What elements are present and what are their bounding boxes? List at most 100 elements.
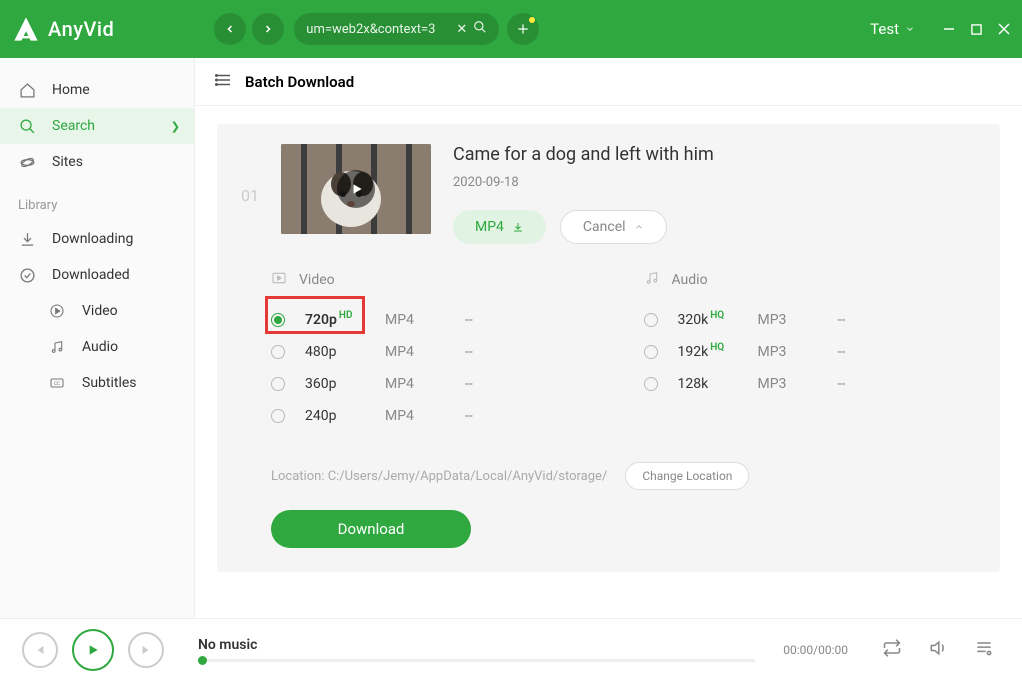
video-option-240p[interactable]: 240p MP4 --: [241, 400, 604, 432]
chevron-right-icon: ❯: [171, 120, 180, 133]
video-options: Video 720pHD MP4 -- 480p MP4 --: [241, 266, 604, 432]
add-tab-button[interactable]: [507, 13, 539, 45]
download-card: 01: [217, 124, 1000, 572]
location-row: Location: C:/Users/Jemy/AppData/Local/An…: [241, 458, 976, 494]
radio-480p[interactable]: [271, 345, 285, 359]
video-title: Came for a dog and left with him: [453, 144, 976, 165]
sites-icon: [18, 154, 36, 171]
progress-handle[interactable]: [198, 656, 207, 665]
change-location-button[interactable]: Change Location: [625, 462, 749, 490]
quality-240p: 240p: [305, 408, 365, 424]
progress-bar[interactable]: [198, 659, 755, 662]
close-button[interactable]: [998, 23, 1010, 35]
sidebar-label: Search: [52, 118, 95, 134]
download-icon: [18, 231, 36, 248]
sidebar: Home Search ❯ Sites Library Downloading …: [0, 58, 195, 618]
download-button[interactable]: Download: [271, 510, 471, 548]
quality-128k: 128k: [678, 376, 738, 392]
logo-icon: [12, 15, 40, 43]
radio-128k[interactable]: [644, 377, 658, 391]
sidebar-label: Downloaded: [52, 267, 130, 283]
chevron-down-icon: [905, 24, 915, 34]
repeat-button[interactable]: [876, 638, 908, 662]
video-thumbnail[interactable]: [281, 144, 431, 234]
sidebar-item-downloaded[interactable]: Downloaded: [0, 257, 194, 293]
player-bar: No music 00:00/00:00: [0, 618, 1022, 680]
cancel-button[interactable]: Cancel: [560, 210, 667, 244]
svg-text:CC: CC: [54, 381, 60, 387]
audio-option-192k[interactable]: 192kHQ MP3 --: [614, 336, 977, 368]
format-button[interactable]: MP4: [453, 210, 546, 244]
window-controls: [943, 23, 1010, 35]
player-time: 00:00/00:00: [783, 643, 848, 657]
list-icon: [215, 71, 233, 93]
sidebar-label: Sites: [52, 154, 83, 170]
audio-option-128k[interactable]: 128k MP3 --: [614, 368, 977, 400]
video-date: 2020-09-18: [453, 175, 976, 190]
sidebar-item-subtitles[interactable]: CC Subtitles: [0, 365, 194, 401]
search-icon: [18, 118, 36, 135]
sidebar-item-home[interactable]: Home: [0, 72, 194, 108]
maximize-button[interactable]: [971, 23, 982, 35]
sidebar-item-sites[interactable]: Sites: [0, 144, 194, 180]
audio-head-icon: [644, 270, 660, 290]
quality-720p: 720pHD: [305, 312, 365, 328]
batch-title: Batch Download: [245, 73, 354, 91]
cc-icon: CC: [48, 375, 66, 391]
radio-720p[interactable]: [271, 313, 285, 327]
video-option-480p[interactable]: 480p MP4 --: [241, 336, 604, 368]
audio-label: Audio: [672, 272, 708, 288]
sidebar-item-downloading[interactable]: Downloading: [0, 221, 194, 257]
card-index: 01: [241, 186, 259, 205]
quality-480p: 480p: [305, 344, 365, 360]
video-label: Video: [299, 272, 335, 288]
sidebar-label: Audio: [82, 339, 118, 355]
music-icon: [48, 339, 66, 355]
quality-320k: 320kHQ: [678, 312, 738, 328]
sidebar-item-video[interactable]: Video: [0, 293, 194, 329]
back-button[interactable]: [214, 13, 246, 45]
clear-url-icon[interactable]: ✕: [456, 22, 467, 37]
minimize-button[interactable]: [943, 23, 955, 35]
radio-360p[interactable]: [271, 377, 285, 391]
nav-buttons: [214, 13, 284, 45]
sidebar-label: Video: [82, 303, 118, 319]
library-section-label: Library: [0, 180, 194, 221]
prev-button[interactable]: [22, 632, 58, 668]
main-content: Batch Download 01: [195, 58, 1022, 618]
audio-option-320k[interactable]: 320kHQ MP3 --: [614, 304, 977, 336]
app-name: AnyVid: [48, 17, 114, 41]
location-text: Location: C:/Users/Jemy/AppData/Local/An…: [271, 469, 607, 484]
play-overlay-icon: [337, 170, 375, 208]
sidebar-item-audio[interactable]: Audio: [0, 329, 194, 365]
chevron-up-icon: [634, 222, 644, 232]
radio-320k[interactable]: [644, 313, 658, 327]
app-logo: AnyVid: [12, 15, 114, 43]
volume-button[interactable]: [922, 638, 954, 662]
next-button[interactable]: [128, 632, 164, 668]
forward-button[interactable]: [252, 13, 284, 45]
video-option-360p[interactable]: 360p MP4 --: [241, 368, 604, 400]
radio-240p[interactable]: [271, 409, 285, 423]
home-icon: [18, 82, 36, 99]
sidebar-label: Subtitles: [82, 375, 137, 391]
video-option-720p[interactable]: 720pHD MP4 --: [241, 304, 604, 336]
test-label: Test: [870, 20, 899, 38]
app-header: AnyVid um=web2x&context=3 ✕ Test: [0, 0, 1022, 58]
url-bar[interactable]: um=web2x&context=3 ✕: [294, 13, 499, 45]
cancel-label: Cancel: [583, 219, 626, 235]
video-head-icon: [271, 270, 287, 290]
download-arrow-icon: [512, 221, 524, 233]
playlist-button[interactable]: [968, 638, 1000, 662]
play-circle-icon: [48, 303, 66, 319]
sidebar-item-search[interactable]: Search ❯: [0, 108, 194, 144]
format-label: MP4: [475, 219, 504, 235]
check-icon: [18, 267, 36, 284]
batch-header: Batch Download: [195, 58, 1022, 106]
search-icon[interactable]: [473, 20, 487, 38]
audio-options: Audio 320kHQ MP3 -- 192kHQ MP3 --: [614, 266, 977, 432]
test-menu[interactable]: Test: [870, 20, 915, 38]
radio-192k[interactable]: [644, 345, 658, 359]
play-button[interactable]: [72, 629, 114, 671]
sidebar-label: Downloading: [52, 231, 133, 247]
